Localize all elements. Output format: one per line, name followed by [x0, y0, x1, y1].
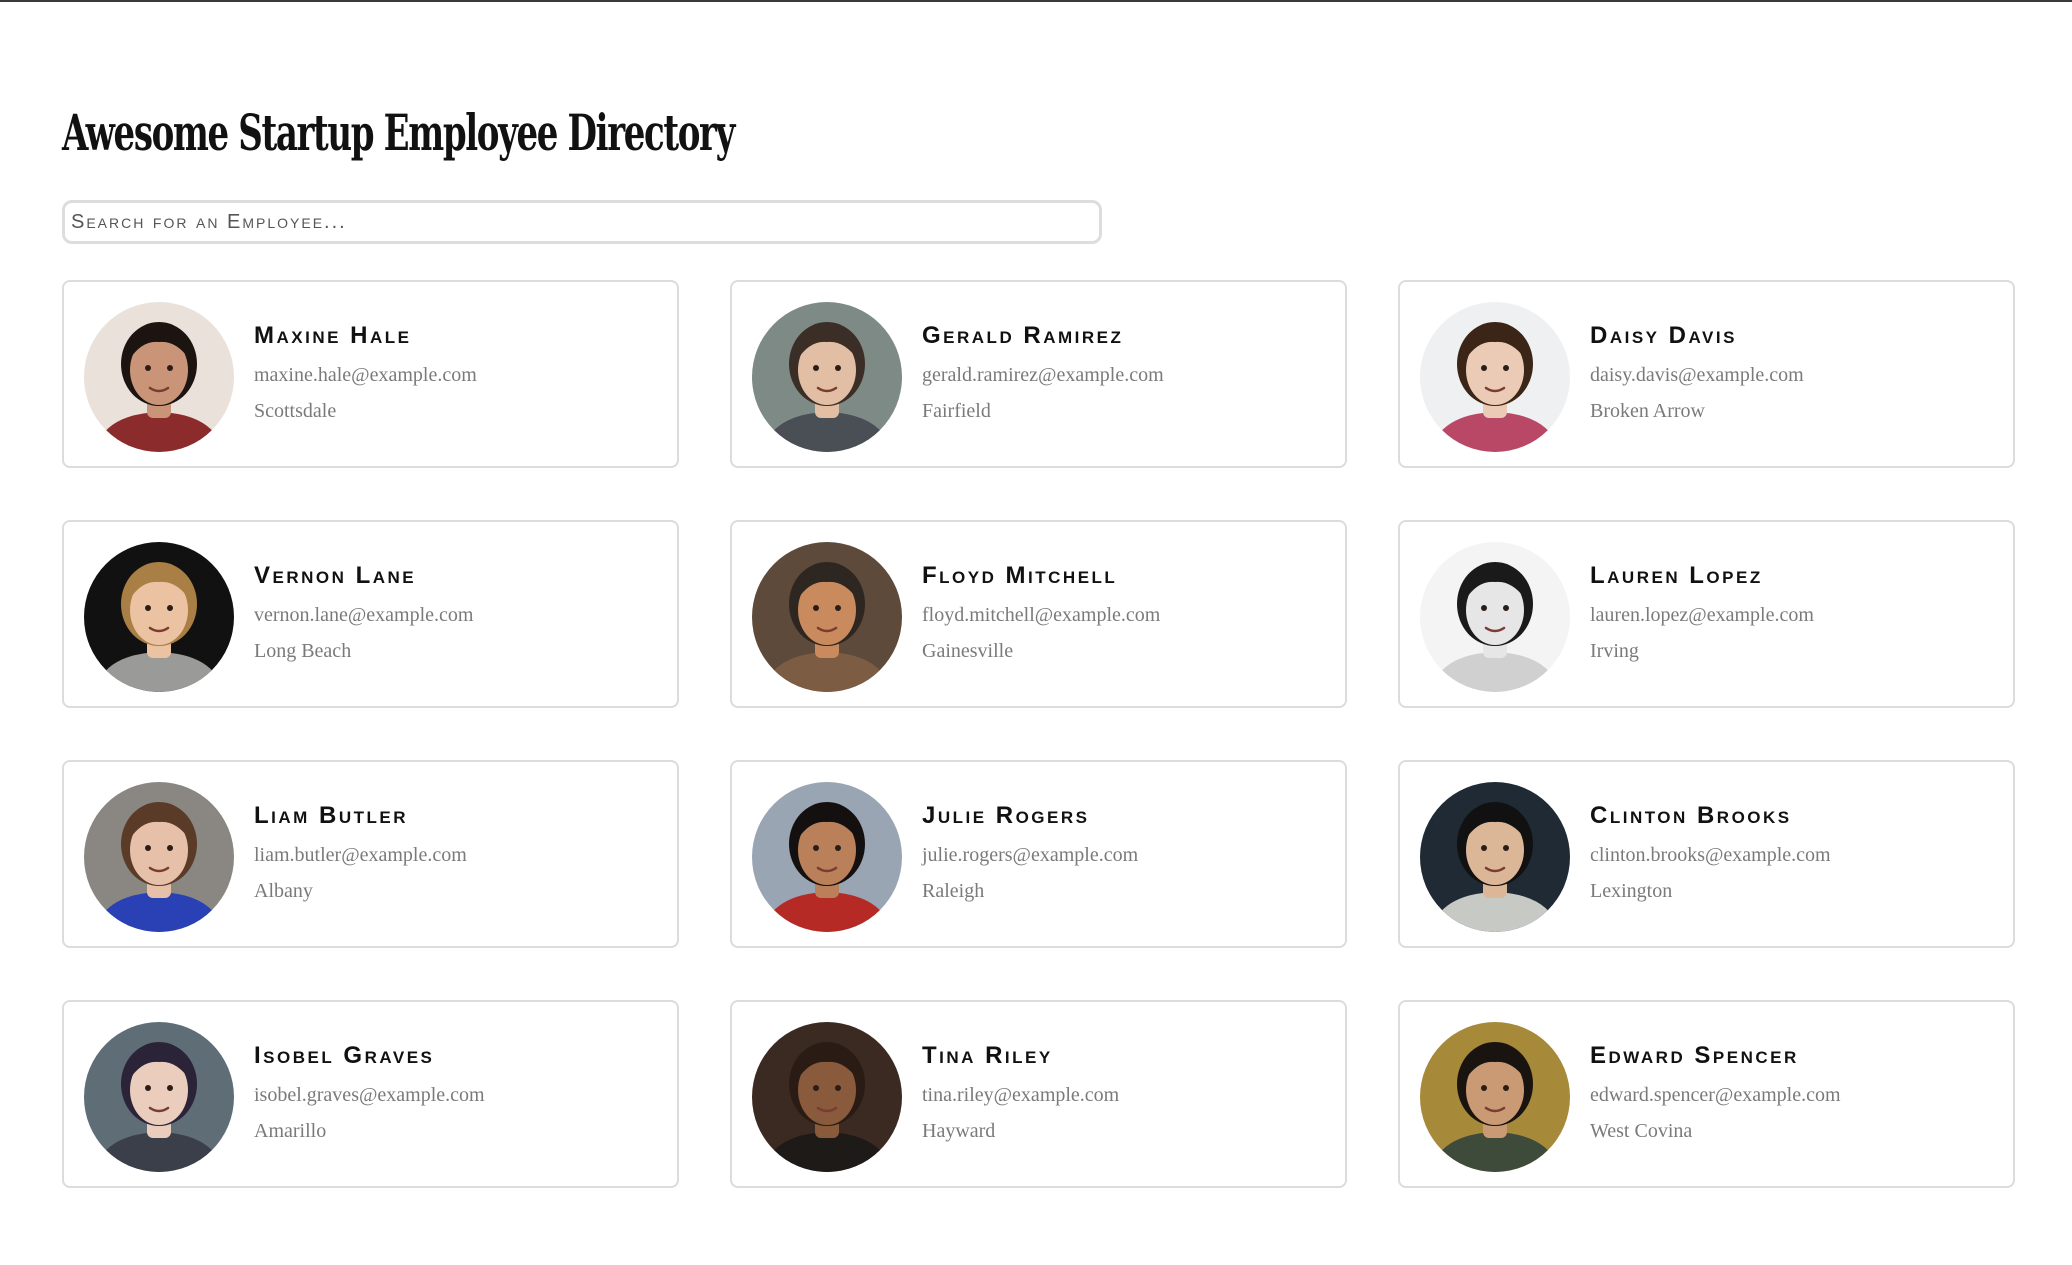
employee-card[interactable]: Edward Spencer edward.spencer@example.co…	[1398, 1000, 2015, 1188]
employee-email: lauren.lopez@example.com	[1590, 604, 1814, 626]
employee-name: Tina Riley	[922, 1042, 1053, 1069]
employee-info: Vernon Lane vernon.lane@example.com Long…	[254, 562, 473, 663]
employee-card[interactable]: Maxine Hale maxine.hale@example.com Scot…	[62, 280, 679, 468]
employee-card[interactable]: Floyd Mitchell floyd.mitchell@example.co…	[730, 520, 1347, 708]
employee-city: West Covina	[1590, 1120, 1693, 1142]
employee-name: Liam Butler	[254, 802, 408, 829]
employee-card[interactable]: Daisy Davis daisy.davis@example.com Brok…	[1398, 280, 2015, 468]
employee-info: Daisy Davis daisy.davis@example.com Brok…	[1590, 322, 1804, 423]
employee-city: Broken Arrow	[1590, 400, 1705, 422]
employee-info: Maxine Hale maxine.hale@example.com Scot…	[254, 322, 477, 423]
employee-avatar	[84, 542, 234, 692]
employee-info: Julie Rogers julie.rogers@example.com Ra…	[922, 802, 1138, 903]
employee-email: tina.riley@example.com	[922, 1084, 1120, 1106]
employee-city: Irving	[1590, 640, 1639, 662]
employee-card[interactable]: Clinton Brooks clinton.brooks@example.co…	[1398, 760, 2015, 948]
employee-avatar	[1420, 302, 1570, 452]
employee-name: Maxine Hale	[254, 322, 412, 349]
employee-name: Clinton Brooks	[1590, 802, 1792, 829]
employee-avatar	[84, 782, 234, 932]
employee-city: Scottsdale	[254, 400, 337, 422]
employee-city: Fairfield	[922, 400, 991, 422]
employee-avatar	[752, 1022, 902, 1172]
employee-email: edward.spencer@example.com	[1590, 1084, 1841, 1106]
employee-email: maxine.hale@example.com	[254, 364, 477, 386]
employee-info: Liam Butler liam.butler@example.com Alba…	[254, 802, 467, 903]
employee-city: Albany	[254, 880, 313, 902]
employee-email: floyd.mitchell@example.com	[922, 604, 1161, 626]
employee-city: Hayward	[922, 1120, 996, 1142]
employee-avatar	[752, 542, 902, 692]
employee-info: Tina Riley tina.riley@example.com Haywar…	[922, 1042, 1119, 1143]
employee-card[interactable]: Vernon Lane vernon.lane@example.com Long…	[62, 520, 679, 708]
employee-name: Isobel Graves	[254, 1042, 435, 1069]
employee-email: daisy.davis@example.com	[1590, 364, 1804, 386]
employee-city: Gainesville	[922, 640, 1014, 662]
employee-avatar	[1420, 1022, 1570, 1172]
employee-avatar	[84, 1022, 234, 1172]
employee-info: Clinton Brooks clinton.brooks@example.co…	[1590, 802, 1831, 903]
employee-info: Edward Spencer edward.spencer@example.co…	[1590, 1042, 1841, 1143]
search-input[interactable]	[62, 200, 1102, 244]
employee-card[interactable]: Isobel Graves isobel.graves@example.com …	[62, 1000, 679, 1188]
employee-info: Lauren Lopez lauren.lopez@example.com Ir…	[1590, 562, 1814, 663]
employee-avatar	[84, 302, 234, 452]
employee-email: gerald.ramirez@example.com	[922, 364, 1164, 386]
employee-email: vernon.lane@example.com	[254, 604, 474, 626]
page-title: Awesome Startup Employee Directory	[62, 103, 735, 162]
employee-email: liam.butler@example.com	[254, 844, 467, 866]
employee-info: Floyd Mitchell floyd.mitchell@example.co…	[922, 562, 1160, 663]
employee-email: julie.rogers@example.com	[922, 844, 1139, 866]
employee-name: Gerald Ramirez	[922, 322, 1124, 349]
employee-card[interactable]: Julie Rogers julie.rogers@example.com Ra…	[730, 760, 1347, 948]
employee-card[interactable]: Liam Butler liam.butler@example.com Alba…	[62, 760, 679, 948]
employee-info: Isobel Graves isobel.graves@example.com …	[254, 1042, 485, 1143]
employee-grid: Maxine Hale maxine.hale@example.com Scot…	[62, 280, 2015, 1188]
employee-name: Floyd Mitchell	[922, 562, 1118, 589]
employee-name: Julie Rogers	[922, 802, 1090, 829]
employee-card[interactable]: Lauren Lopez lauren.lopez@example.com Ir…	[1398, 520, 2015, 708]
employee-name: Daisy Davis	[1590, 322, 1737, 349]
employee-email: clinton.brooks@example.com	[1590, 844, 1831, 866]
employee-city: Amarillo	[254, 1120, 327, 1142]
employee-city: Lexington	[1590, 880, 1673, 902]
employee-avatar	[752, 302, 902, 452]
employee-city: Raleigh	[922, 880, 985, 902]
employee-card[interactable]: Gerald Ramirez gerald.ramirez@example.co…	[730, 280, 1347, 468]
employee-city: Long Beach	[254, 640, 352, 662]
employee-avatar	[752, 782, 902, 932]
employee-name: Edward Spencer	[1590, 1042, 1799, 1069]
employee-name: Lauren Lopez	[1590, 562, 1763, 589]
employee-card[interactable]: Tina Riley tina.riley@example.com Haywar…	[730, 1000, 1347, 1188]
top-border	[0, 0, 2072, 2]
employee-info: Gerald Ramirez gerald.ramirez@example.co…	[922, 322, 1164, 423]
employee-avatar	[1420, 542, 1570, 692]
employee-email: isobel.graves@example.com	[254, 1084, 485, 1106]
employee-avatar	[1420, 782, 1570, 932]
employee-name: Vernon Lane	[254, 562, 417, 589]
